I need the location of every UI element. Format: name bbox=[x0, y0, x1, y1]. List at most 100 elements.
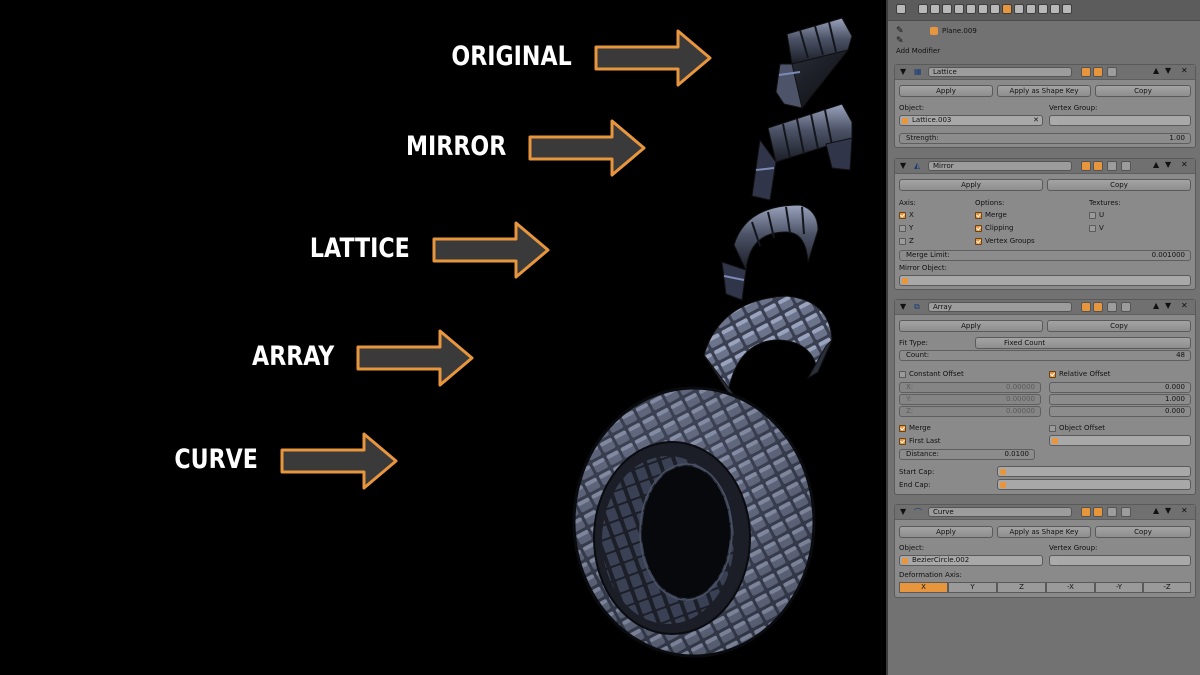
constant-offset-checkbox[interactable] bbox=[899, 371, 906, 378]
apply-as-shape-key-button[interactable]: Apply as Shape Key bbox=[997, 526, 1091, 538]
copy-button[interactable]: Copy bbox=[1095, 526, 1191, 538]
vertex-group-field[interactable] bbox=[1049, 555, 1191, 566]
remove-modifier-icon[interactable]: ✕ bbox=[1181, 301, 1188, 310]
editor-type-icon[interactable] bbox=[896, 4, 906, 14]
apply-button[interactable]: Apply bbox=[899, 85, 993, 97]
collapse-triangle-icon[interactable]: ▼ bbox=[900, 161, 906, 170]
object-field[interactable]: Lattice.003 ✕ bbox=[899, 115, 1043, 126]
copy-button[interactable]: Copy bbox=[1095, 85, 1191, 97]
remove-modifier-icon[interactable]: ✕ bbox=[1181, 66, 1188, 75]
move-up-icon[interactable]: ▲ bbox=[1153, 301, 1159, 310]
move-up-icon[interactable]: ▲ bbox=[1153, 66, 1159, 75]
relative-offset-checkbox[interactable] bbox=[1049, 371, 1056, 378]
axis-z-button[interactable]: Z bbox=[997, 582, 1046, 593]
move-down-icon[interactable]: ▼ bbox=[1165, 66, 1171, 75]
copy-button[interactable]: Copy bbox=[1047, 320, 1191, 332]
modifier-name-field[interactable]: Array bbox=[928, 302, 1072, 312]
data-tab-icon[interactable] bbox=[1014, 4, 1024, 14]
world-tab-icon[interactable] bbox=[954, 4, 964, 14]
viewport-toggle-icon[interactable] bbox=[1093, 302, 1103, 312]
object-offset-checkbox[interactable] bbox=[1049, 425, 1056, 432]
axis-y-checkbox[interactable] bbox=[899, 225, 906, 232]
merge-limit-slider[interactable]: Merge Limit: 0.001000 bbox=[899, 250, 1191, 261]
scene-tab-icon[interactable] bbox=[942, 4, 952, 14]
move-down-icon[interactable]: ▼ bbox=[1165, 506, 1171, 515]
texture-u-checkbox[interactable] bbox=[1089, 212, 1096, 219]
physics-tab-icon[interactable] bbox=[1062, 4, 1072, 14]
modifiers-tab-icon[interactable] bbox=[1002, 4, 1012, 14]
clipping-checkbox[interactable] bbox=[975, 225, 982, 232]
render-toggle-icon[interactable] bbox=[1081, 302, 1091, 312]
offset-object-field[interactable] bbox=[1049, 435, 1191, 446]
modifier-name-field[interactable]: Lattice bbox=[928, 67, 1072, 77]
editmode-toggle-icon[interactable] bbox=[1107, 507, 1117, 517]
render-tab-icon[interactable] bbox=[918, 4, 928, 14]
object-data-tab-icon[interactable] bbox=[990, 4, 1000, 14]
first-last-checkbox[interactable] bbox=[899, 438, 906, 445]
editmode-toggle-icon[interactable] bbox=[1107, 302, 1117, 312]
modifier-name-field[interactable]: Curve bbox=[928, 507, 1072, 517]
collapse-triangle-icon[interactable]: ▼ bbox=[900, 67, 906, 76]
clear-field-icon[interactable]: ✕ bbox=[1033, 116, 1039, 125]
particles-tab-icon[interactable] bbox=[1050, 4, 1060, 14]
distance-slider[interactable]: Distance: 0.0100 bbox=[899, 449, 1035, 460]
constant-offset-y[interactable]: Y: 0.00000 bbox=[899, 394, 1041, 405]
object-field[interactable]: BezierCircle.002 bbox=[899, 555, 1043, 566]
merge-checkbox[interactable] bbox=[899, 425, 906, 432]
relative-offset-z[interactable]: 0.000 bbox=[1049, 406, 1191, 417]
cage-toggle-icon[interactable] bbox=[1121, 302, 1131, 312]
material-tab-icon[interactable] bbox=[1026, 4, 1036, 14]
cage-toggle-icon[interactable] bbox=[1121, 507, 1131, 517]
apply-as-shape-key-button[interactable]: Apply as Shape Key bbox=[997, 85, 1091, 97]
render-toggle-icon[interactable] bbox=[1081, 161, 1091, 171]
axis-x-checkbox[interactable] bbox=[899, 212, 906, 219]
render-layers-tab-icon[interactable] bbox=[930, 4, 940, 14]
constant-offset-x[interactable]: X: 0.00000 bbox=[899, 382, 1041, 393]
apply-button[interactable]: Apply bbox=[899, 320, 1043, 332]
3d-viewport[interactable]: ORIGINAL MIRROR LATTICE ARRAY CURVE bbox=[0, 0, 886, 675]
editmode-toggle-icon[interactable] bbox=[1107, 161, 1117, 171]
axis-neg-x-button[interactable]: -X bbox=[1046, 582, 1095, 593]
axis-neg-z-button[interactable]: -Z bbox=[1143, 582, 1191, 593]
cage-toggle-icon[interactable] bbox=[1121, 161, 1131, 171]
texture-v-checkbox[interactable] bbox=[1089, 225, 1096, 232]
collapse-triangle-icon[interactable]: ▼ bbox=[900, 507, 906, 516]
modifier-name-field[interactable]: Mirror bbox=[928, 161, 1072, 171]
render-toggle-icon[interactable] bbox=[1081, 67, 1091, 77]
constant-offset-z[interactable]: Z: 0.00000 bbox=[899, 406, 1041, 417]
viewport-toggle-icon[interactable] bbox=[1093, 507, 1103, 517]
add-modifier-dropdown[interactable]: Add Modifier bbox=[896, 47, 1194, 57]
relative-offset-x[interactable]: 0.000 bbox=[1049, 382, 1191, 393]
editmode-toggle-icon[interactable] bbox=[1107, 67, 1117, 77]
merge-checkbox[interactable] bbox=[975, 212, 982, 219]
vertex-group-field[interactable] bbox=[1049, 115, 1191, 126]
texture-tab-icon[interactable] bbox=[1038, 4, 1048, 14]
axis-y-button[interactable]: Y bbox=[948, 582, 997, 593]
move-up-icon[interactable]: ▲ bbox=[1153, 160, 1159, 169]
relative-offset-y[interactable]: 1.000 bbox=[1049, 394, 1191, 405]
apply-button[interactable]: Apply bbox=[899, 526, 993, 538]
axis-neg-y-button[interactable]: -Y bbox=[1095, 582, 1143, 593]
axis-x-button[interactable]: X bbox=[899, 582, 948, 593]
object-tab-icon[interactable] bbox=[966, 4, 976, 14]
end-cap-field[interactable] bbox=[997, 479, 1191, 490]
render-toggle-icon[interactable] bbox=[1081, 507, 1091, 517]
move-down-icon[interactable]: ▼ bbox=[1165, 301, 1171, 310]
viewport-toggle-icon[interactable] bbox=[1093, 161, 1103, 171]
remove-modifier-icon[interactable]: ✕ bbox=[1181, 160, 1188, 169]
move-up-icon[interactable]: ▲ bbox=[1153, 506, 1159, 515]
axis-z-checkbox[interactable] bbox=[899, 238, 906, 245]
apply-button[interactable]: Apply bbox=[899, 179, 1043, 191]
mirror-object-field[interactable] bbox=[899, 275, 1191, 286]
fit-type-dropdown[interactable]: Fixed Count bbox=[975, 337, 1191, 349]
viewport-toggle-icon[interactable] bbox=[1093, 67, 1103, 77]
remove-modifier-icon[interactable]: ✕ bbox=[1181, 506, 1188, 515]
start-cap-field[interactable] bbox=[997, 466, 1191, 477]
vertex-groups-checkbox[interactable] bbox=[975, 238, 982, 245]
constraints-tab-icon[interactable] bbox=[978, 4, 988, 14]
move-down-icon[interactable]: ▼ bbox=[1165, 160, 1171, 169]
collapse-triangle-icon[interactable]: ▼ bbox=[900, 302, 906, 311]
count-slider[interactable]: Count: 48 bbox=[899, 350, 1191, 361]
strength-slider[interactable]: Strength: 1.00 bbox=[899, 133, 1191, 144]
pin-icon[interactable]: ✎ ✎ bbox=[896, 26, 904, 46]
